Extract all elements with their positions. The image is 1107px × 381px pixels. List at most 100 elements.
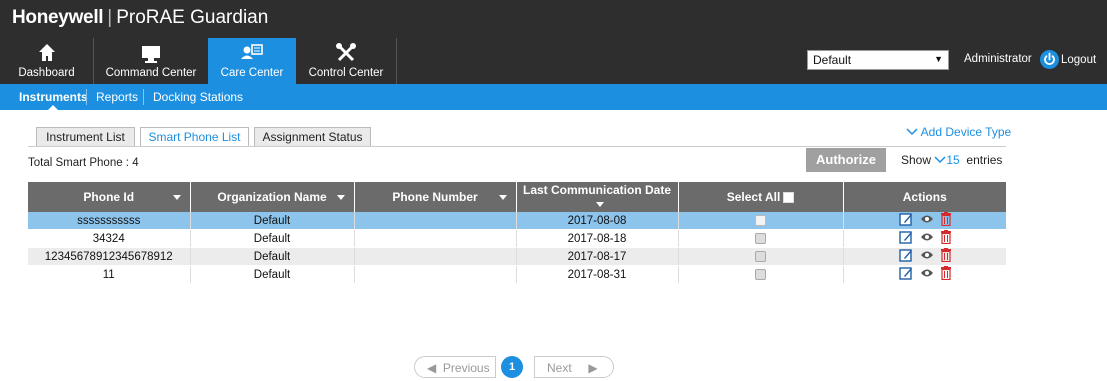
cell-last-communication: 2017-08-17 bbox=[516, 247, 679, 266]
cell-last-communication: 2017-08-31 bbox=[516, 265, 679, 284]
subnav-reports[interactable]: Reports bbox=[96, 84, 138, 110]
nav-dashboard[interactable]: Dashboard bbox=[0, 38, 93, 84]
view-icon[interactable] bbox=[920, 250, 934, 263]
cell-organization: Default bbox=[190, 247, 355, 266]
cell-phone-number bbox=[354, 265, 517, 284]
edit-icon[interactable] bbox=[898, 230, 913, 247]
cell-actions bbox=[843, 247, 1006, 266]
nav-command-center[interactable]: Command Center bbox=[94, 38, 208, 84]
role-select[interactable]: Default ▼ bbox=[807, 50, 949, 70]
care-center-icon bbox=[208, 42, 296, 66]
sort-icon bbox=[336, 195, 345, 200]
smart-phone-table: Phone Id Organization Name Phone Number … bbox=[28, 182, 1006, 284]
cell-phone-id: 34324 bbox=[28, 229, 191, 248]
table-row[interactable]: 11 Default 2017-08-31 bbox=[28, 265, 1006, 284]
table-row[interactable]: 12345678912345678912 Default 2017-08-17 bbox=[28, 247, 1006, 266]
show-label: Show bbox=[901, 153, 932, 167]
cell-phone-number bbox=[354, 212, 517, 230]
page-current[interactable]: 1 bbox=[501, 356, 523, 378]
delete-icon[interactable] bbox=[940, 212, 951, 229]
col-label: Phone Number bbox=[392, 190, 478, 204]
col-label: Select All bbox=[726, 190, 781, 204]
next-button[interactable]: Next ▶ bbox=[534, 356, 614, 378]
delete-icon[interactable] bbox=[940, 248, 951, 265]
nav-care-center[interactable]: Care Center bbox=[208, 38, 296, 84]
col-last-communication-date[interactable]: Last Communication Date bbox=[516, 182, 679, 212]
nav-label: Dashboard bbox=[18, 67, 75, 79]
edit-icon[interactable] bbox=[898, 212, 913, 229]
table-row[interactable]: sssssssssss Default 2017-08-08 bbox=[28, 212, 1006, 230]
nav-label: Control Center bbox=[308, 67, 384, 79]
subnav-docking-stations[interactable]: Docking Stations bbox=[153, 84, 243, 110]
subnav-divider bbox=[86, 89, 87, 105]
authorize-button[interactable]: Authorize bbox=[806, 148, 886, 172]
view-icon[interactable] bbox=[920, 268, 934, 281]
view-icon[interactable] bbox=[920, 214, 934, 227]
col-label: Last Communication Date bbox=[522, 183, 672, 197]
view-icon[interactable] bbox=[920, 232, 934, 245]
add-device-type-label: Add Device Type bbox=[920, 125, 1012, 139]
select-all-checkbox[interactable] bbox=[783, 192, 795, 204]
show-entries: Show 15 entries bbox=[901, 153, 1002, 167]
col-label: Organization Name bbox=[217, 190, 327, 204]
main-nav: Dashboard Command Center Care Center Con… bbox=[0, 38, 1107, 84]
row-checkbox[interactable] bbox=[755, 250, 766, 262]
brand-company: Honeywell bbox=[12, 7, 104, 28]
chevron-left-icon: ◀ bbox=[427, 361, 437, 375]
nav-label: Command Center bbox=[105, 67, 197, 79]
cell-select bbox=[678, 247, 844, 266]
cell-actions bbox=[843, 212, 1006, 230]
col-select-all[interactable]: Select All bbox=[678, 182, 844, 212]
edit-icon[interactable] bbox=[898, 248, 913, 265]
brand-logo: Honeywell | ProRAE Guardian bbox=[12, 7, 268, 29]
entries-select[interactable]: 15 bbox=[934, 153, 960, 167]
delete-icon[interactable] bbox=[940, 266, 951, 283]
nav-control-center[interactable]: Control Center bbox=[296, 38, 396, 84]
tab-smart-phone-list[interactable]: Smart Phone List bbox=[140, 127, 249, 147]
row-checkbox[interactable] bbox=[755, 268, 766, 280]
monitor-icon bbox=[94, 42, 208, 66]
total-count: Total Smart Phone : 4 bbox=[28, 157, 139, 169]
delete-icon[interactable] bbox=[940, 230, 951, 247]
tab-underline bbox=[28, 146, 1006, 147]
title-bar: Honeywell | ProRAE Guardian bbox=[0, 0, 1107, 38]
row-checkbox[interactable] bbox=[755, 232, 766, 244]
sort-icon bbox=[595, 202, 604, 208]
logout-button[interactable]: Logout bbox=[1040, 50, 1096, 69]
col-organization-name[interactable]: Organization Name bbox=[190, 182, 355, 212]
col-phone-number[interactable]: Phone Number bbox=[354, 182, 517, 212]
table-header-row: Phone Id Organization Name Phone Number … bbox=[28, 182, 1006, 212]
table-row[interactable]: 34324 Default 2017-08-18 bbox=[28, 229, 1006, 248]
nav-label: Care Center bbox=[220, 67, 284, 79]
home-icon bbox=[0, 42, 93, 66]
add-device-type-link[interactable]: Add Device Type bbox=[906, 125, 1011, 139]
row-checkbox[interactable] bbox=[755, 214, 766, 226]
edit-icon[interactable] bbox=[898, 266, 913, 283]
user-name: Administrator bbox=[964, 53, 1032, 65]
col-phone-id[interactable]: Phone Id bbox=[28, 182, 191, 212]
cell-phone-id: 11 bbox=[28, 265, 191, 284]
cell-organization: Default bbox=[190, 229, 355, 248]
entries-value: 15 bbox=[946, 153, 960, 167]
cell-phone-id: sssssssssss bbox=[28, 212, 191, 230]
cell-phone-id: 12345678912345678912 bbox=[28, 247, 191, 266]
tab-assignment-status[interactable]: Assignment Status bbox=[254, 127, 371, 146]
cell-phone-number bbox=[354, 229, 517, 248]
subnav-instruments[interactable]: Instruments bbox=[19, 84, 88, 110]
cell-select bbox=[678, 265, 844, 284]
tab-instrument-list[interactable]: Instrument List bbox=[36, 127, 135, 146]
tools-icon bbox=[296, 42, 396, 66]
cell-select bbox=[678, 229, 844, 248]
previous-button[interactable]: ◀ Previous bbox=[414, 356, 496, 378]
cell-phone-number bbox=[354, 247, 517, 266]
logout-label: Logout bbox=[1061, 53, 1097, 66]
chevron-down-icon: ▼ bbox=[934, 54, 943, 64]
subnav-divider bbox=[143, 89, 144, 105]
nav-divider bbox=[396, 38, 397, 84]
col-actions: Actions bbox=[843, 182, 1006, 212]
cell-last-communication: 2017-08-18 bbox=[516, 229, 679, 248]
cell-last-communication: 2017-08-08 bbox=[516, 212, 679, 230]
next-label: Next bbox=[547, 361, 572, 375]
chevron-down-icon bbox=[906, 125, 918, 139]
sort-icon bbox=[498, 195, 507, 200]
